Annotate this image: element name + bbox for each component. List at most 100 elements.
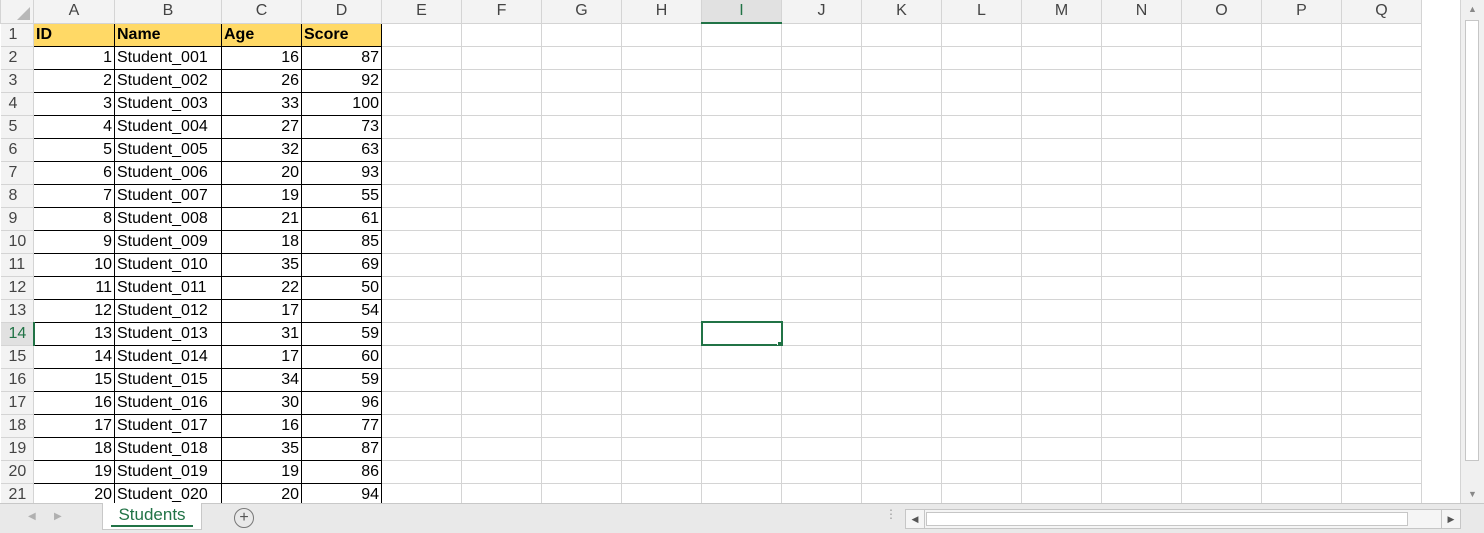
vertical-scroll-thumb[interactable] (1465, 20, 1479, 461)
cell[interactable] (461, 413, 542, 438)
cell[interactable]: 94 (301, 482, 382, 503)
cell[interactable] (621, 114, 702, 139)
cell[interactable] (381, 114, 462, 139)
cell[interactable] (1101, 160, 1182, 185)
cell[interactable]: Student_018 (114, 436, 222, 461)
cell[interactable] (381, 344, 462, 369)
cell[interactable] (381, 252, 462, 277)
cell[interactable] (781, 206, 862, 231)
cell[interactable] (1341, 321, 1422, 346)
cell[interactable] (1181, 183, 1262, 208)
row-header[interactable]: 13 (0, 298, 34, 323)
cell[interactable]: 30 (221, 390, 302, 415)
horizontal-scrollbar[interactable]: ◀ ▶ (905, 509, 1461, 529)
cell[interactable] (1101, 137, 1182, 162)
scroll-down-icon[interactable]: ▼ (1461, 485, 1484, 503)
cell[interactable]: 16 (33, 390, 115, 415)
cell[interactable] (1101, 321, 1182, 346)
cell[interactable] (381, 390, 462, 415)
cell[interactable] (701, 229, 782, 254)
cell[interactable] (461, 91, 542, 116)
cell[interactable] (701, 183, 782, 208)
cell[interactable]: 2 (33, 68, 115, 93)
row-header[interactable]: 5 (0, 114, 34, 139)
cell[interactable] (1101, 252, 1182, 277)
cell[interactable] (861, 183, 942, 208)
cell[interactable] (621, 229, 702, 254)
cell[interactable] (461, 344, 542, 369)
cell[interactable] (461, 206, 542, 231)
cell[interactable] (381, 298, 462, 323)
cell[interactable]: 6 (33, 160, 115, 185)
cell[interactable] (541, 114, 622, 139)
cell[interactable] (621, 45, 702, 70)
cell[interactable] (1181, 344, 1262, 369)
cell[interactable] (1021, 114, 1102, 139)
cell[interactable] (781, 275, 862, 300)
cell[interactable]: 12 (33, 298, 115, 323)
cell[interactable]: 18 (33, 436, 115, 461)
cell[interactable] (941, 367, 1022, 392)
cell[interactable]: 87 (301, 45, 382, 70)
cell[interactable] (381, 183, 462, 208)
cell[interactable] (781, 229, 862, 254)
cell[interactable] (461, 160, 542, 185)
scroll-right-icon[interactable]: ▶ (1441, 510, 1460, 528)
cell[interactable]: 55 (301, 183, 382, 208)
cell[interactable] (541, 183, 622, 208)
cell[interactable]: 54 (301, 298, 382, 323)
cell[interactable]: Student_009 (114, 229, 222, 254)
cell[interactable] (1261, 344, 1342, 369)
cell[interactable] (1261, 367, 1342, 392)
cell[interactable] (1341, 252, 1422, 277)
cell[interactable]: 5 (33, 137, 115, 162)
cell[interactable] (1101, 367, 1182, 392)
vertical-scrollbar[interactable]: ▲ ▼ (1460, 0, 1484, 503)
cell[interactable] (781, 68, 862, 93)
cell[interactable]: Student_014 (114, 344, 222, 369)
cell[interactable] (541, 482, 622, 503)
cell[interactable] (941, 482, 1022, 503)
row-header[interactable]: 8 (0, 183, 34, 208)
cell[interactable] (1021, 229, 1102, 254)
cell[interactable]: 11 (33, 275, 115, 300)
cell[interactable]: 92 (301, 68, 382, 93)
column-header[interactable]: D (301, 0, 382, 24)
cell[interactable] (541, 160, 622, 185)
cell[interactable]: Student_015 (114, 367, 222, 392)
cell[interactable] (1341, 206, 1422, 231)
cell[interactable] (861, 45, 942, 70)
cell[interactable] (701, 436, 782, 461)
cell[interactable] (1181, 45, 1262, 70)
cell[interactable] (621, 367, 702, 392)
cell[interactable]: Student_012 (114, 298, 222, 323)
cell[interactable] (701, 482, 782, 503)
cell[interactable]: 60 (301, 344, 382, 369)
cell[interactable] (1021, 482, 1102, 503)
cell[interactable] (1101, 390, 1182, 415)
cell[interactable] (1181, 252, 1262, 277)
cell[interactable] (781, 45, 862, 70)
cell[interactable] (1261, 22, 1342, 47)
cell[interactable] (1101, 298, 1182, 323)
cell[interactable] (941, 183, 1022, 208)
cell[interactable]: 18 (221, 229, 302, 254)
cell[interactable] (1181, 390, 1262, 415)
cell[interactable] (461, 321, 542, 346)
column-header[interactable]: C (221, 0, 302, 24)
cell[interactable] (861, 229, 942, 254)
cell[interactable] (701, 137, 782, 162)
cell[interactable] (861, 91, 942, 116)
cell[interactable] (941, 137, 1022, 162)
cell[interactable] (621, 459, 702, 484)
sheet-tab-students[interactable]: Students (102, 503, 202, 530)
cell[interactable] (461, 229, 542, 254)
cell[interactable] (1341, 390, 1422, 415)
cell[interactable] (701, 68, 782, 93)
cell[interactable] (541, 459, 622, 484)
cell[interactable] (781, 137, 862, 162)
cell[interactable] (541, 137, 622, 162)
cell[interactable]: Student_008 (114, 206, 222, 231)
cell[interactable] (461, 367, 542, 392)
row-header[interactable]: 2 (0, 45, 34, 70)
